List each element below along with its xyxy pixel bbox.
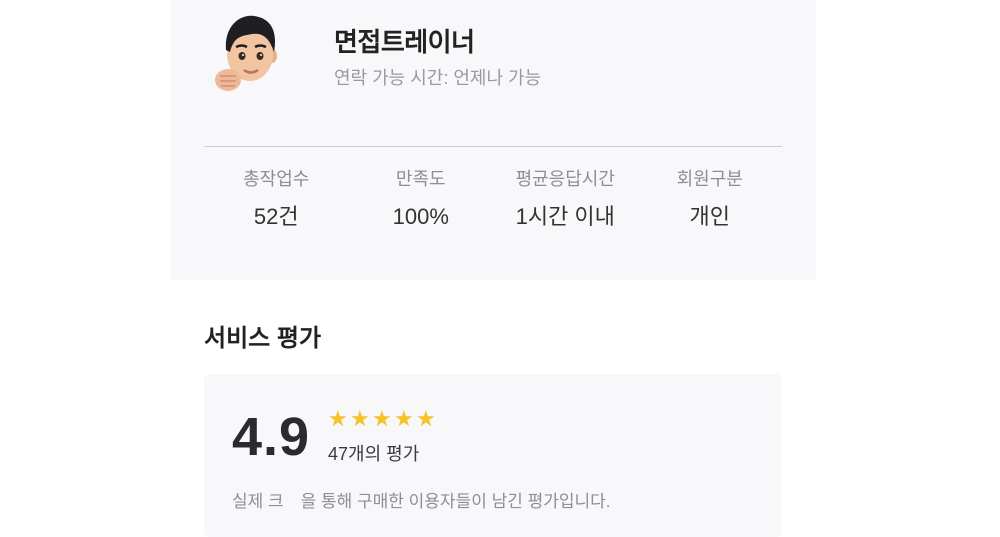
stat-value: 52건 — [253, 204, 299, 229]
star-icon: ★ — [416, 406, 436, 431]
stat-label: 회원구분 — [676, 169, 743, 189]
stat-value: 100% — [392, 204, 449, 229]
divider — [204, 146, 782, 147]
stat-total-jobs: 총작업수 52건 — [204, 166, 349, 232]
stat-label: 총작업수 — [243, 169, 310, 189]
stat-member-type: 회원구분 개인 — [638, 166, 783, 232]
star-icon: ★ — [394, 406, 414, 431]
avatar[interactable] — [214, 12, 284, 92]
rating-score: 4.9 — [232, 407, 311, 467]
star-icon: ★ — [372, 406, 392, 431]
stat-satisfaction: 만족도 100% — [349, 166, 494, 232]
rating-count[interactable]: 47개의 평가 — [328, 440, 419, 466]
memoji-avatar-icon — [215, 15, 277, 91]
seller-stats: 총작업수 52건 만족도 100% 평균응답시간 1시간 이내 회원구분 개인 — [204, 166, 782, 232]
stat-value: 개인 — [689, 204, 730, 229]
seller-profile-card: 면접트레이너 연락 가능 시간: 언제나 가능 총작업수 52건 만족도 100… — [170, 0, 816, 280]
star-rating: ★ ★ ★ ★ ★ — [328, 406, 437, 431]
seller-name: 면접트레이너 — [334, 27, 475, 57]
contact-time: 연락 가능 시간: 언제나 가능 — [334, 68, 542, 88]
stat-label: 만족도 — [395, 169, 446, 189]
rating-summary: 4.9 ★ ★ ★ ★ ★ 47개의 평가 실제 크 을 통해 구매한 이용자들이 남긴… — [204, 374, 782, 537]
stat-response-time: 평균응답시간 1시간 이내 — [493, 166, 638, 232]
stat-label: 평균응답시간 — [515, 169, 615, 189]
star-icon: ★ — [328, 406, 348, 431]
star-icon: ★ — [350, 406, 370, 431]
rating-note: 실제 크 을 통해 구매한 이용자들이 남긴 평가입니다. — [232, 492, 611, 511]
section-title-service-rating: 서비스 평가 — [204, 325, 322, 352]
stat-value: 1시간 이내 — [515, 204, 615, 229]
